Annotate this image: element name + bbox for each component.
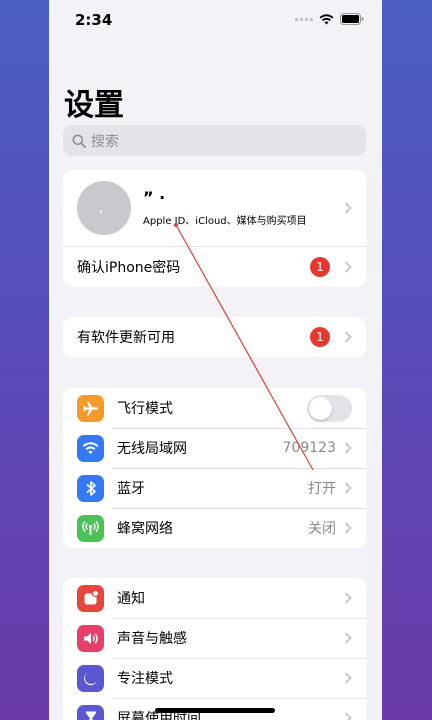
settings-screen: 2:34 设置 搜索 , ” · Apple ID、iCloud、媒体与购买项目… [49, 0, 382, 720]
home-indicator[interactable] [155, 708, 275, 713]
annotation-line [174, 223, 314, 471]
